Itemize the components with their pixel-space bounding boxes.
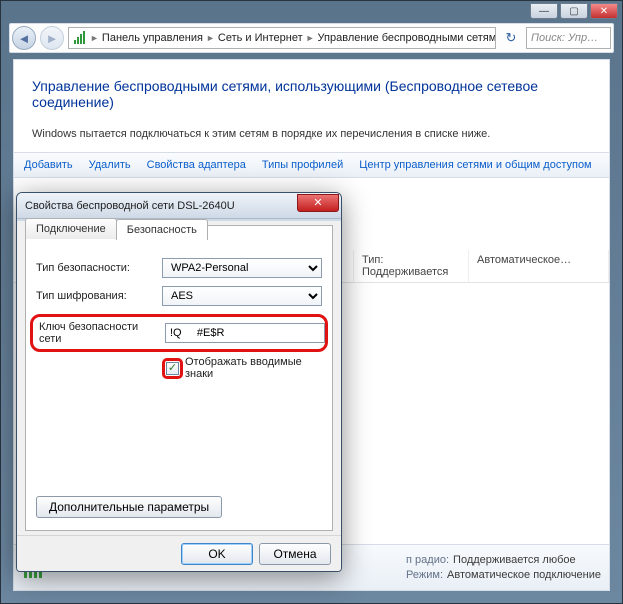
show-chars-label: Отображать вводимые знаки [185,356,322,380]
details-mode-label: Режим: [406,568,443,583]
details-right: п радио: Поддерживается любое Режим: Авт… [406,553,601,583]
search-input[interactable]: Поиск: Упр… [526,27,611,49]
maximize-button[interactable]: ▢ [560,3,588,19]
nav-forward-button[interactable]: ► [40,26,64,50]
dialog-footer: OK Отмена [17,535,341,571]
window-titlebar: — ▢ ✕ [1,1,622,23]
advanced-settings-button[interactable]: Дополнительные параметры [36,496,222,518]
cmd-add[interactable]: Добавить [24,159,73,171]
wifi-properties-dialog: Свойства беспроводной сети DSL-2640U ✕ П… [16,192,342,572]
cancel-button[interactable]: Отмена [259,543,331,565]
close-button[interactable]: ✕ [590,3,618,19]
cmd-adapter-props[interactable]: Свойства адаптера [147,159,246,171]
breadcrumb-sep-icon: ► [206,33,215,43]
security-form: Тип безопасности: WPA2-Personal Тип шифр… [36,258,322,306]
security-key-label: Ключ безопасности сети [39,321,157,345]
highlight-key-row: Ключ безопасности сети [30,314,328,352]
wifi-bars-icon [73,30,87,46]
details-mode-value: Автоматическое подключение [447,568,601,583]
dialog-body: Тип безопасности: WPA2-Personal Тип шифр… [25,225,333,531]
breadcrumb-sep-icon: ► [90,33,99,43]
page-title: Управление беспроводными сетями, использ… [14,60,609,110]
breadcrumb[interactable]: ► Панель управления ► Сеть и Интернет ► … [68,27,496,49]
dialog-close-button[interactable]: ✕ [297,194,339,212]
encryption-type-select[interactable]: AES [162,286,322,306]
cmd-profile-types[interactable]: Типы профилей [262,159,343,171]
show-chars-checkbox[interactable]: ✓ [166,362,179,375]
navbar: ◄ ► ► Панель управления ► Сеть и Интерне… [9,23,614,53]
ok-button[interactable]: OK [181,543,253,565]
breadcrumb-sep-icon: ► [306,33,315,43]
refresh-button[interactable]: ↻ [500,27,522,49]
security-type-select[interactable]: WPA2-Personal [162,258,322,278]
tab-security[interactable]: Безопасность [116,219,208,240]
security-key-field[interactable] [165,323,325,343]
command-bar: Добавить Удалить Свойства адаптера Типы … [14,152,609,178]
dialog-tabs: Подключение Безопасность [25,217,207,238]
encryption-type-label: Тип шифрования: [36,290,154,302]
breadcrumb-item[interactable]: Панель управления [102,32,203,44]
details-radio-value: Поддерживается любое [453,553,576,568]
dialog-titlebar[interactable]: Свойства беспроводной сети DSL-2640U ✕ [17,193,341,219]
breadcrumb-item[interactable]: Сеть и Интернет [218,32,303,44]
security-type-label: Тип безопасности: [36,262,154,274]
details-radio-label: п радио: [406,553,449,568]
tab-connection[interactable]: Подключение [25,218,117,239]
col-type[interactable]: Тип: Поддерживается [354,250,469,282]
highlight-checkbox: ✓ [162,358,183,379]
page-description: Windows пытается подключаться к этим сет… [14,110,609,152]
search-placeholder: Поиск: Упр… [531,32,598,44]
nav-back-button[interactable]: ◄ [12,26,36,50]
cmd-remove[interactable]: Удалить [89,159,131,171]
col-auto[interactable]: Автоматическое… [469,250,609,282]
dialog-title: Свойства беспроводной сети DSL-2640U [25,200,297,212]
show-chars-row: ✓ Отображать вводимые знаки [162,356,322,380]
breadcrumb-item[interactable]: Управление беспроводными сетями [318,32,496,44]
cmd-network-center[interactable]: Центр управления сетями и общим доступом [359,159,591,171]
minimize-button[interactable]: — [530,3,558,19]
